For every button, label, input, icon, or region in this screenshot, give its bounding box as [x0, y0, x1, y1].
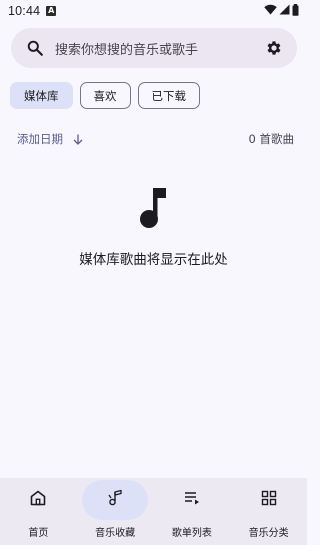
sort-row: 添加日期 0 首歌曲: [17, 130, 294, 148]
nav-categories-indicator: [236, 480, 302, 520]
nav-music-library-indicator: [82, 480, 149, 520]
status-icons: [264, 3, 299, 19]
playlist-icon: [183, 489, 201, 511]
status-bar: 10:44 A: [0, 0, 307, 22]
nav-playlists-indicator: [159, 480, 225, 520]
search-input[interactable]: 搜索你想搜的音乐或歌手: [55, 39, 263, 58]
search-icon: [25, 38, 45, 58]
chip-favorites[interactable]: 喜欢: [79, 82, 131, 109]
wifi-icon: [264, 4, 277, 18]
nav-playlists-label: 歌单列表: [171, 528, 212, 539]
nav-music-library-label: 音乐收藏: [95, 528, 136, 539]
home-icon: [29, 489, 47, 511]
song-count: 0 首歌曲: [248, 132, 294, 146]
signal-icon: [279, 4, 290, 18]
nav-home-label: 首页: [28, 528, 49, 539]
nav-music-library[interactable]: 音乐收藏: [77, 478, 154, 545]
status-time: 10:44: [8, 4, 41, 18]
nav-home[interactable]: 首页: [0, 478, 77, 545]
arrow-down-icon[interactable]: [73, 134, 83, 145]
nav-home-indicator: [5, 480, 71, 520]
music-library-icon: [106, 489, 124, 511]
battery-icon: [292, 3, 299, 19]
search-bar[interactable]: 搜索你想搜的音乐或歌手: [11, 28, 297, 68]
category-grid-icon: [260, 489, 278, 511]
empty-state-message: 媒体库歌曲将显示在此处: [79, 252, 228, 268]
bottom-navigation: 首页 音乐收藏 歌单列表 音乐分类: [0, 478, 307, 545]
filter-chips: 媒体库 喜欢 已下载: [10, 82, 200, 109]
nav-playlists[interactable]: 歌单列表: [154, 478, 231, 545]
chip-downloaded[interactable]: 已下载: [137, 82, 200, 109]
music-note-icon: [137, 186, 169, 230]
notification-badge: A: [46, 6, 57, 16]
chip-library[interactable]: 媒体库: [10, 82, 73, 109]
nav-categories[interactable]: 音乐分类: [230, 478, 307, 545]
sort-by-button[interactable]: 添加日期: [17, 131, 63, 147]
gear-icon[interactable]: [263, 37, 285, 59]
nav-categories-label: 音乐分类: [248, 528, 289, 539]
